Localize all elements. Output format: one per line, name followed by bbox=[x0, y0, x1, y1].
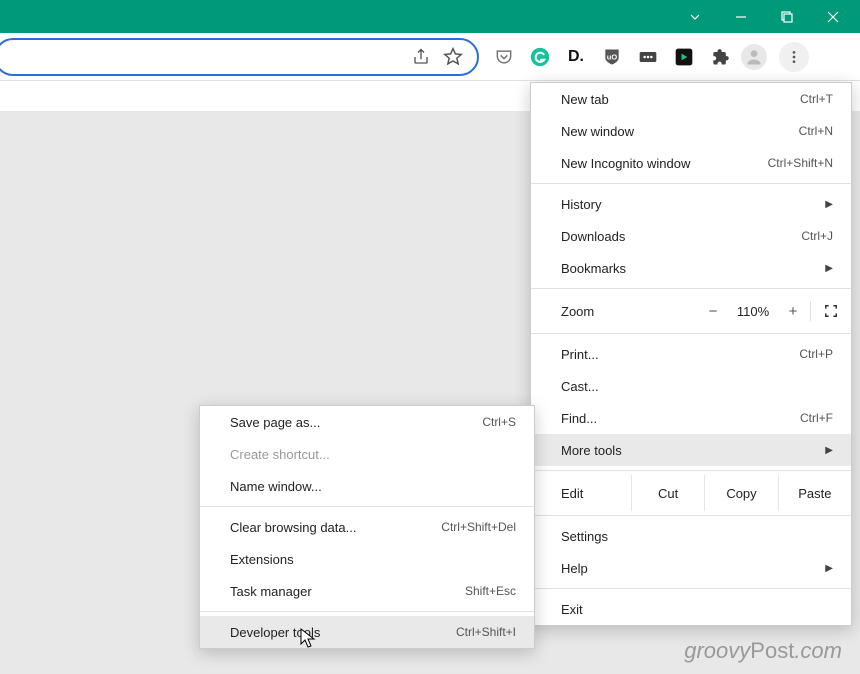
zoom-value: 110% bbox=[730, 304, 776, 319]
menu-zoom: Zoom − 110% + bbox=[531, 293, 851, 329]
watermark: groovyPost.com bbox=[684, 638, 842, 664]
menu-history[interactable]: History▶ bbox=[531, 188, 851, 220]
menu-bookmarks[interactable]: Bookmarks▶ bbox=[531, 252, 851, 284]
chevron-right-icon: ▶ bbox=[825, 445, 833, 456]
extension-dots-icon[interactable] bbox=[633, 42, 663, 72]
bookmark-star-icon[interactable] bbox=[437, 41, 469, 73]
submenu-task-manager[interactable]: Task managerShift+Esc bbox=[200, 575, 534, 607]
chrome-main-menu: New tabCtrl+T New windowCtrl+N New Incog… bbox=[530, 82, 852, 626]
menu-downloads[interactable]: DownloadsCtrl+J bbox=[531, 220, 851, 252]
menu-print[interactable]: Print...Ctrl+P bbox=[531, 338, 851, 370]
submenu-developer-tools[interactable]: Developer toolsCtrl+Shift+I bbox=[200, 616, 534, 648]
submenu-create-shortcut: Create shortcut... bbox=[200, 438, 534, 470]
chevron-right-icon: ▶ bbox=[825, 563, 833, 574]
menu-new-window[interactable]: New windowCtrl+N bbox=[531, 115, 851, 147]
submenu-extensions[interactable]: Extensions bbox=[200, 543, 534, 575]
extension-d-icon[interactable]: D. bbox=[561, 42, 591, 72]
extension-play-icon[interactable] bbox=[669, 42, 699, 72]
extensions-puzzle-icon[interactable] bbox=[705, 42, 735, 72]
window-maximize[interactable] bbox=[764, 0, 810, 33]
window-close[interactable] bbox=[810, 0, 856, 33]
submenu-save-page[interactable]: Save page as...Ctrl+S bbox=[200, 406, 534, 438]
menu-cast[interactable]: Cast... bbox=[531, 370, 851, 402]
menu-paste[interactable]: Paste bbox=[778, 475, 851, 511]
ublock-icon[interactable]: uO bbox=[597, 42, 627, 72]
window-titlebar bbox=[0, 0, 860, 33]
share-icon[interactable] bbox=[405, 41, 437, 73]
grammarly-icon[interactable] bbox=[525, 42, 555, 72]
browser-toolbar: D. uO bbox=[0, 33, 860, 81]
menu-edit-row: Edit Cut Copy Paste bbox=[531, 475, 851, 511]
more-tools-submenu: Save page as...Ctrl+S Create shortcut...… bbox=[199, 405, 535, 649]
menu-copy[interactable]: Copy bbox=[704, 475, 777, 511]
window-dropdown[interactable] bbox=[672, 0, 718, 33]
chevron-right-icon: ▶ bbox=[825, 199, 833, 210]
menu-exit[interactable]: Exit bbox=[531, 593, 851, 625]
menu-new-tab[interactable]: New tabCtrl+T bbox=[531, 83, 851, 115]
zoom-out-button[interactable]: − bbox=[696, 303, 730, 320]
menu-new-incognito[interactable]: New Incognito windowCtrl+Shift+N bbox=[531, 147, 851, 179]
svg-text:uO: uO bbox=[607, 52, 618, 61]
address-bar[interactable] bbox=[0, 38, 479, 76]
menu-cut[interactable]: Cut bbox=[631, 475, 704, 511]
extensions-area: D. uO bbox=[489, 42, 815, 72]
submenu-clear-browsing-data[interactable]: Clear browsing data...Ctrl+Shift+Del bbox=[200, 511, 534, 543]
menu-settings[interactable]: Settings bbox=[531, 520, 851, 552]
chrome-menu-button[interactable] bbox=[779, 42, 809, 72]
menu-find[interactable]: Find...Ctrl+F bbox=[531, 402, 851, 434]
profile-avatar[interactable] bbox=[741, 44, 767, 70]
zoom-in-button[interactable]: + bbox=[776, 303, 810, 320]
menu-help[interactable]: Help▶ bbox=[531, 552, 851, 584]
chevron-right-icon: ▶ bbox=[825, 263, 833, 274]
fullscreen-icon[interactable] bbox=[811, 304, 851, 318]
menu-more-tools[interactable]: More tools▶ bbox=[531, 434, 851, 466]
window-minimize[interactable] bbox=[718, 0, 764, 33]
pocket-icon[interactable] bbox=[489, 42, 519, 72]
submenu-name-window[interactable]: Name window... bbox=[200, 470, 534, 502]
